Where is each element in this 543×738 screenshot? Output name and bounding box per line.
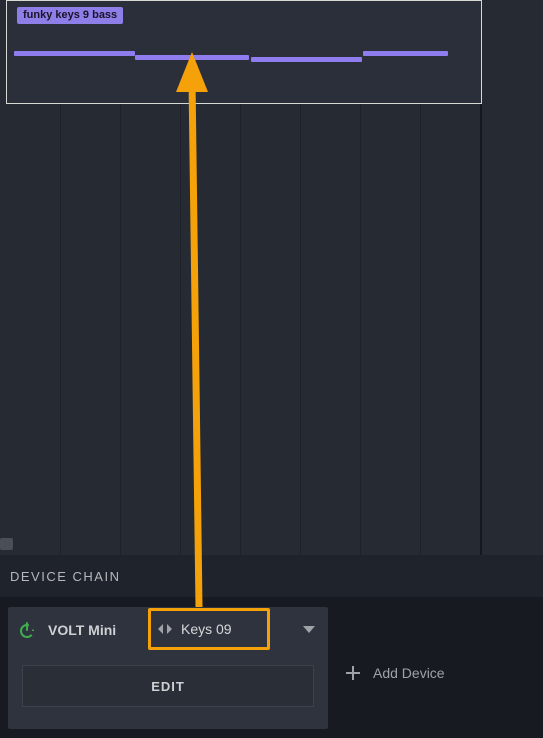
edit-button[interactable]: EDIT xyxy=(22,665,314,707)
midi-note[interactable] xyxy=(251,57,362,62)
preset-selector[interactable]: Keys 09 xyxy=(148,608,270,650)
note-lane xyxy=(7,39,481,91)
preset-prev-next-icon[interactable] xyxy=(157,622,173,636)
edit-button-label: EDIT xyxy=(151,679,185,694)
device-chain-header: DEVICE CHAIN xyxy=(0,555,543,597)
timeline-area[interactable]: funky keys 9 bass xyxy=(0,0,543,555)
midi-note[interactable] xyxy=(363,51,448,56)
clip-label: funky keys 9 bass xyxy=(17,7,123,24)
power-icon xyxy=(18,621,36,639)
midi-note[interactable] xyxy=(135,55,249,60)
preset-name: Keys 09 xyxy=(181,621,232,637)
device-volt-mini: VOLT Mini Keys 09 EDIT xyxy=(8,607,328,729)
power-button[interactable] xyxy=(8,607,46,653)
add-device-label: Add Device xyxy=(373,665,445,681)
midi-clip[interactable]: funky keys 9 bass xyxy=(6,0,482,104)
chevron-down-icon[interactable] xyxy=(302,622,316,640)
device-header: VOLT Mini Keys 09 xyxy=(8,607,328,653)
device-name: VOLT Mini xyxy=(46,622,116,638)
scroll-handle[interactable] xyxy=(0,538,13,550)
plus-icon xyxy=(345,665,361,681)
midi-note[interactable] xyxy=(14,51,135,56)
device-panel: VOLT Mini Keys 09 EDIT xyxy=(0,597,543,738)
add-device-button[interactable]: Add Device xyxy=(345,665,445,681)
section-title: DEVICE CHAIN xyxy=(10,569,120,584)
